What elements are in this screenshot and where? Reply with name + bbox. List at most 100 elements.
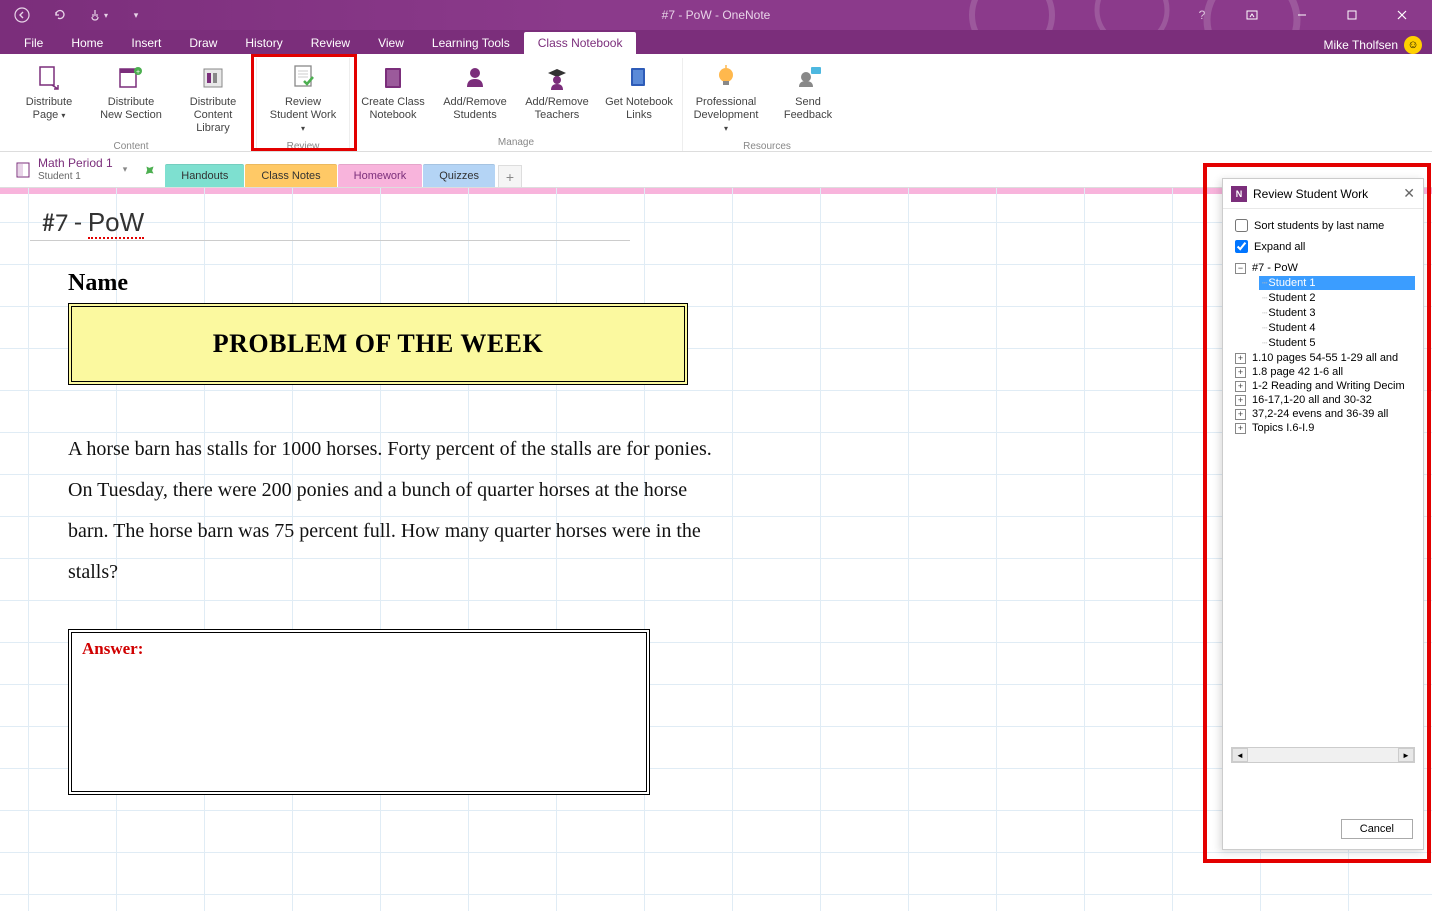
add-remove-teachers-button[interactable]: Add/Remove Teachers xyxy=(516,58,598,136)
panel-header: N Review Student Work ✕ xyxy=(1223,179,1423,209)
expand-icon[interactable]: + xyxy=(1235,409,1246,420)
group-label-content: Content xyxy=(113,140,148,155)
tree-page[interactable]: +Topics I.6-I.9 xyxy=(1235,421,1415,435)
lightbulb-icon xyxy=(710,62,742,94)
ribbon-group-content: Distribute Page ▾ + Distribute New Secti… xyxy=(6,58,257,151)
sort-checkbox-row[interactable]: Sort students by last name xyxy=(1235,219,1415,232)
nav-bar: Math Period 1 Student 1 ▾ Handouts Class… xyxy=(0,152,1432,188)
expand-checkbox-row[interactable]: Expand all xyxy=(1235,240,1415,253)
back-button[interactable] xyxy=(8,2,36,28)
collapse-icon[interactable]: − xyxy=(1235,263,1246,274)
expand-icon[interactable]: + xyxy=(1235,353,1246,364)
notebook-links-icon xyxy=(623,62,655,94)
distribute-new-section-button[interactable]: + Distribute New Section xyxy=(90,58,172,140)
ribbon-group-manage: Create Class Notebook Add/Remove Student… xyxy=(350,58,683,151)
ribbon: Distribute Page ▾ + Distribute New Secti… xyxy=(0,54,1432,152)
tab-class-notebook[interactable]: Class Notebook xyxy=(524,32,637,54)
tab-home[interactable]: Home xyxy=(57,32,117,54)
section-tab-quizzes[interactable]: Quizzes xyxy=(423,164,495,187)
tree-page[interactable]: +1.10 pages 54-55 1-29 all and xyxy=(1235,351,1415,365)
content-library-icon xyxy=(197,62,229,94)
add-section-button[interactable]: + xyxy=(498,165,522,187)
expand-checkbox[interactable] xyxy=(1235,240,1248,253)
distribute-section-icon: + xyxy=(115,62,147,94)
notebook-icon xyxy=(14,160,34,180)
expand-icon[interactable]: + xyxy=(1235,367,1246,378)
tab-review[interactable]: Review xyxy=(297,32,364,54)
tree-page[interactable]: +16-17,1-20 all and 30-32 xyxy=(1235,393,1415,407)
tree-page[interactable]: +1-2 Reading and Writing Decim xyxy=(1235,379,1415,393)
tree-page[interactable]: +37,2-24 evens and 36-39 all xyxy=(1235,407,1415,421)
section-tab-homework[interactable]: Homework xyxy=(338,164,423,187)
window-title: #7 - PoW - OneNote xyxy=(662,8,771,22)
pow-heading: PROBLEM OF THE WEEK xyxy=(84,329,672,359)
menu-tabs: File Home Insert Draw History Review Vie… xyxy=(0,30,1432,54)
page-container: #7 - PoW Name PROBLEM OF THE WEEK A hors… xyxy=(0,188,1432,911)
send-feedback-button[interactable]: Send Feedback xyxy=(767,58,849,140)
problem-text[interactable]: A horse barn has stalls for 1000 horses.… xyxy=(68,429,718,593)
tab-draw[interactable]: Draw xyxy=(175,32,231,54)
smiley-icon[interactable]: ☺ xyxy=(1404,36,1422,54)
tree-root[interactable]: − #7 - PoW xyxy=(1235,261,1415,275)
page-title[interactable]: #7 - PoW xyxy=(42,206,144,238)
expand-icon[interactable]: + xyxy=(1235,381,1246,392)
tree-page[interactable]: +1.8 page 42 1-6 all xyxy=(1235,365,1415,379)
section-tabs: Handouts Class Notes Homework Quizzes + xyxy=(165,152,522,187)
tab-insert[interactable]: Insert xyxy=(117,32,175,54)
teachers-label: Add/Remove Teachers xyxy=(522,96,592,122)
group-label-manage: Manage xyxy=(498,136,534,151)
get-notebook-links-button[interactable]: Get Notebook Links xyxy=(598,58,680,136)
tree-student[interactable]: ┄Student 1 xyxy=(1259,276,1415,290)
expand-icon[interactable]: + xyxy=(1235,423,1246,434)
answer-label: Answer: xyxy=(82,639,143,658)
distribute-page-button[interactable]: Distribute Page ▾ xyxy=(8,58,90,140)
tree-student[interactable]: ┄Student 3 xyxy=(1259,306,1415,320)
user-name[interactable]: Mike Tholfsen xyxy=(1324,38,1398,52)
tab-file[interactable]: File xyxy=(10,32,57,54)
distribute-section-label: Distribute New Section xyxy=(96,96,166,122)
pow-heading-box: PROBLEM OF THE WEEK xyxy=(68,303,688,385)
touch-mode-button[interactable]: ▾ xyxy=(84,2,112,28)
pin-icon[interactable] xyxy=(143,163,157,177)
tab-view[interactable]: View xyxy=(364,32,418,54)
distribute-content-library-button[interactable]: Distribute Content Library xyxy=(172,58,254,140)
distribute-page-icon xyxy=(33,62,65,94)
scroll-right-button[interactable]: ► xyxy=(1398,748,1414,762)
tree-student[interactable]: ┄Student 4 xyxy=(1259,321,1415,335)
notebook-name: Math Period 1 xyxy=(38,157,113,170)
tab-history[interactable]: History xyxy=(231,32,296,54)
horizontal-scrollbar[interactable]: ◄ ► xyxy=(1231,747,1415,763)
panel-close-button[interactable]: ✕ xyxy=(1403,185,1415,202)
title-bar: ▾ ▾ #7 - PoW - OneNote ? xyxy=(0,0,1432,30)
create-class-notebook-button[interactable]: Create Class Notebook xyxy=(352,58,434,136)
prof-dev-label: Professional Development xyxy=(694,96,759,121)
undo-button[interactable] xyxy=(46,2,74,28)
add-remove-students-button[interactable]: Add/Remove Students xyxy=(434,58,516,136)
sort-label: Sort students by last name xyxy=(1254,220,1384,232)
qat-customize[interactable]: ▾ xyxy=(122,2,150,28)
section-tab-handouts[interactable]: Handouts xyxy=(165,164,244,187)
notebook-picker[interactable]: Math Period 1 Student 1 ▾ xyxy=(6,155,135,183)
panel-title: Review Student Work xyxy=(1253,187,1403,201)
professional-development-button[interactable]: Professional Development ▾ xyxy=(685,58,767,140)
answer-box[interactable]: Answer: xyxy=(68,629,650,795)
page-canvas[interactable]: #7 - PoW Name PROBLEM OF THE WEEK A hors… xyxy=(0,188,1432,911)
students-icon xyxy=(459,62,491,94)
feedback-icon xyxy=(792,62,824,94)
expand-icon[interactable]: + xyxy=(1235,395,1246,406)
tab-learning-tools[interactable]: Learning Tools xyxy=(418,32,524,54)
review-work-label: Review Student Work xyxy=(270,96,336,121)
maximize-button[interactable] xyxy=(1330,1,1374,29)
notebook-sub: Student 1 xyxy=(38,171,113,182)
review-student-work-panel: N Review Student Work ✕ Sort students by… xyxy=(1222,178,1424,850)
cancel-button[interactable]: Cancel xyxy=(1341,819,1413,839)
tree-student[interactable]: ┄Student 2 xyxy=(1259,291,1415,305)
tree-student[interactable]: ┄Student 5 xyxy=(1259,336,1415,350)
close-button[interactable] xyxy=(1380,1,1424,29)
scroll-left-button[interactable]: ◄ xyxy=(1232,748,1248,762)
sort-checkbox[interactable] xyxy=(1235,219,1248,232)
content-library-label: Distribute Content Library xyxy=(178,96,248,136)
section-tab-classnotes[interactable]: Class Notes xyxy=(245,164,336,187)
review-student-work-button[interactable]: Review Student Work ▾ xyxy=(259,58,347,140)
group-label-resources: Resources xyxy=(743,140,791,155)
